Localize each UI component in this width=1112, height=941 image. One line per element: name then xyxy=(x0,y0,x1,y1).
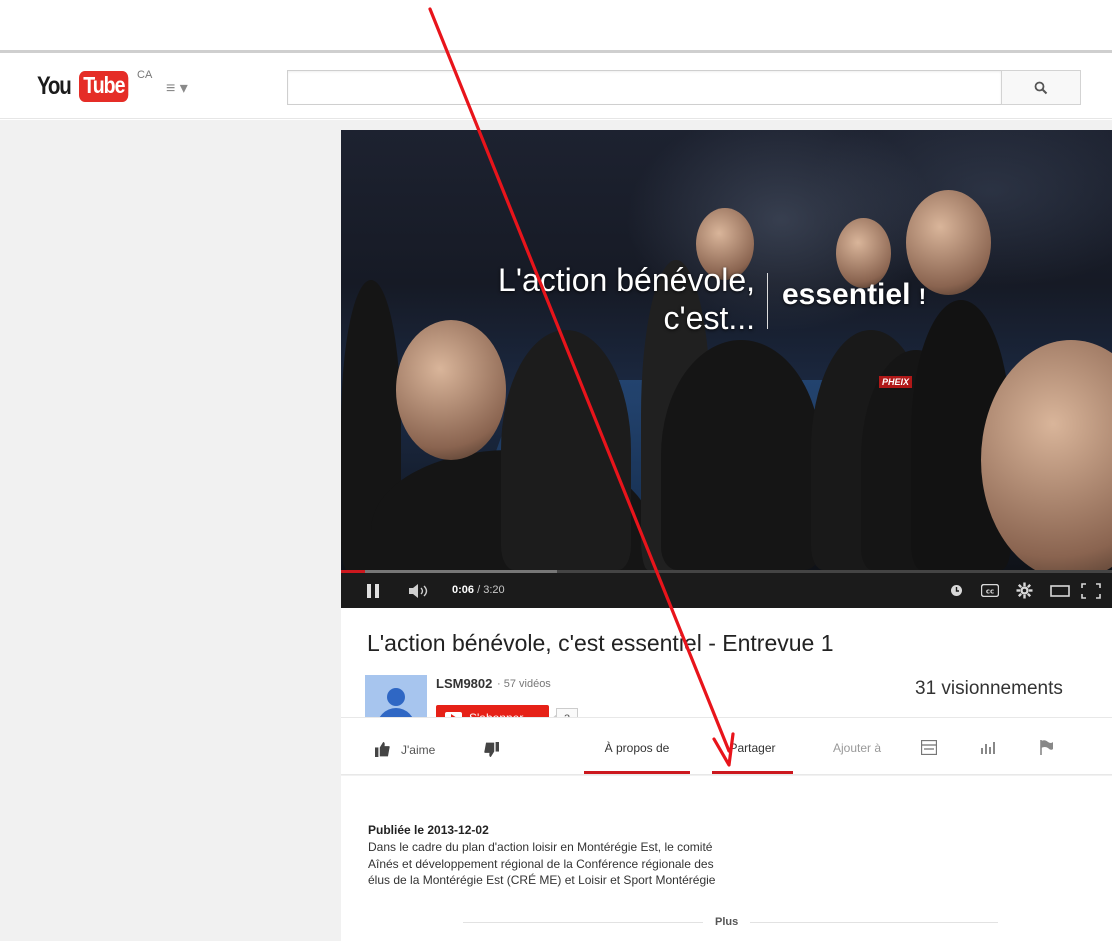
time-current: 0:06 xyxy=(452,584,475,596)
publish-date: Publiée le 2013-12-02 xyxy=(368,823,489,837)
guide-menu-button[interactable]: ≡ ▾ xyxy=(166,79,200,99)
video-frame[interactable]: L'action bénévole, c'est... essentiel ! … xyxy=(341,130,1112,608)
search-input[interactable] xyxy=(287,70,1002,105)
overlay-text-line1: L'action bénévole, xyxy=(498,262,755,298)
description-line: Dans le cadre du plan d'action loisir en… xyxy=(368,840,713,854)
statistics-icon[interactable] xyxy=(981,742,995,754)
time-total: / 3:20 xyxy=(474,584,505,596)
person-head xyxy=(396,320,506,460)
description-line: élus de la Montérégie Est (CRÉ ME) et Lo… xyxy=(368,873,716,887)
shirt-brand-logo: PHEIX xyxy=(879,376,913,388)
dislike-button[interactable] xyxy=(484,742,499,760)
action-bar: J'aime À propos de Partager Ajouter à xyxy=(341,717,1112,775)
channel-name-link[interactable]: LSM9802 xyxy=(436,676,492,691)
tab-about[interactable]: À propos de xyxy=(584,741,690,774)
person-silhouette xyxy=(501,330,631,570)
time-display: 0:06 / 3:20 xyxy=(452,584,505,596)
captions-icon[interactable]: cc xyxy=(981,584,999,597)
tab-add-to[interactable]: Ajouter à xyxy=(817,741,897,774)
thumbs-down-icon xyxy=(484,742,499,757)
person-silhouette xyxy=(661,340,821,570)
volume-icon[interactable] xyxy=(409,584,431,598)
overlay-divider xyxy=(767,273,768,329)
tab-share[interactable]: Partager xyxy=(712,741,793,774)
watch-later-icon[interactable] xyxy=(950,584,963,597)
tab-share-label: Partager xyxy=(729,741,776,755)
video-title: L'action bénévole, c'est essentiel - Ent… xyxy=(367,630,834,656)
thumbs-up-icon xyxy=(375,742,390,757)
tab-add-to-label: Ajouter à xyxy=(832,741,882,755)
view-count: 31 visionnements xyxy=(915,678,1063,699)
youtube-logo[interactable]: You Tube CA xyxy=(37,69,152,103)
flag-icon[interactable] xyxy=(1040,740,1054,755)
search-button[interactable] xyxy=(1001,70,1081,105)
transcript-icon[interactable] xyxy=(921,740,937,755)
overlay-word-essentiel: essentiel xyxy=(782,278,911,311)
fullscreen-icon[interactable] xyxy=(1081,583,1101,599)
search-icon xyxy=(1034,81,1048,94)
description-line: Aînés et développement régional de la Co… xyxy=(368,856,714,871)
channel-video-count[interactable]: · 57 vidéos xyxy=(497,678,551,690)
theater-mode-icon[interactable] xyxy=(1050,585,1070,597)
player-controls: 0:06 / 3:20 cc xyxy=(341,573,1112,608)
region-label: CA xyxy=(137,69,153,81)
video-info-panel: L'action bénévole, c'est essentiel - Ent… xyxy=(341,608,1112,735)
tab-about-label: À propos de xyxy=(604,741,670,755)
svg-text:cc: cc xyxy=(986,588,994,596)
gear-icon[interactable] xyxy=(1016,582,1033,599)
description-text: Dans le cadre du plan d'action loisir en… xyxy=(368,839,838,889)
logo-tube-text: Tube xyxy=(79,70,129,102)
hamburger-icon: ≡ ▾ xyxy=(166,80,188,97)
show-more-button[interactable]: Plus xyxy=(703,916,751,928)
overlay-exclamation: ! xyxy=(918,284,927,309)
avatar-head xyxy=(387,688,405,706)
like-label: J'aime xyxy=(401,742,436,757)
overlay-text-line3: essentiel ! xyxy=(782,278,926,312)
description-panel: Publiée le 2013-12-02 Dans le cadre du p… xyxy=(341,776,1112,941)
masthead: You Tube CA ≡ ▾ xyxy=(0,53,1112,119)
pause-icon[interactable] xyxy=(367,584,379,598)
like-button[interactable]: J'aime xyxy=(374,742,435,757)
overlay-text-line2: c'est... xyxy=(663,300,755,336)
video-player[interactable]: L'action bénévole, c'est... essentiel ! … xyxy=(341,130,1112,608)
logo-you-text: You xyxy=(37,71,72,100)
